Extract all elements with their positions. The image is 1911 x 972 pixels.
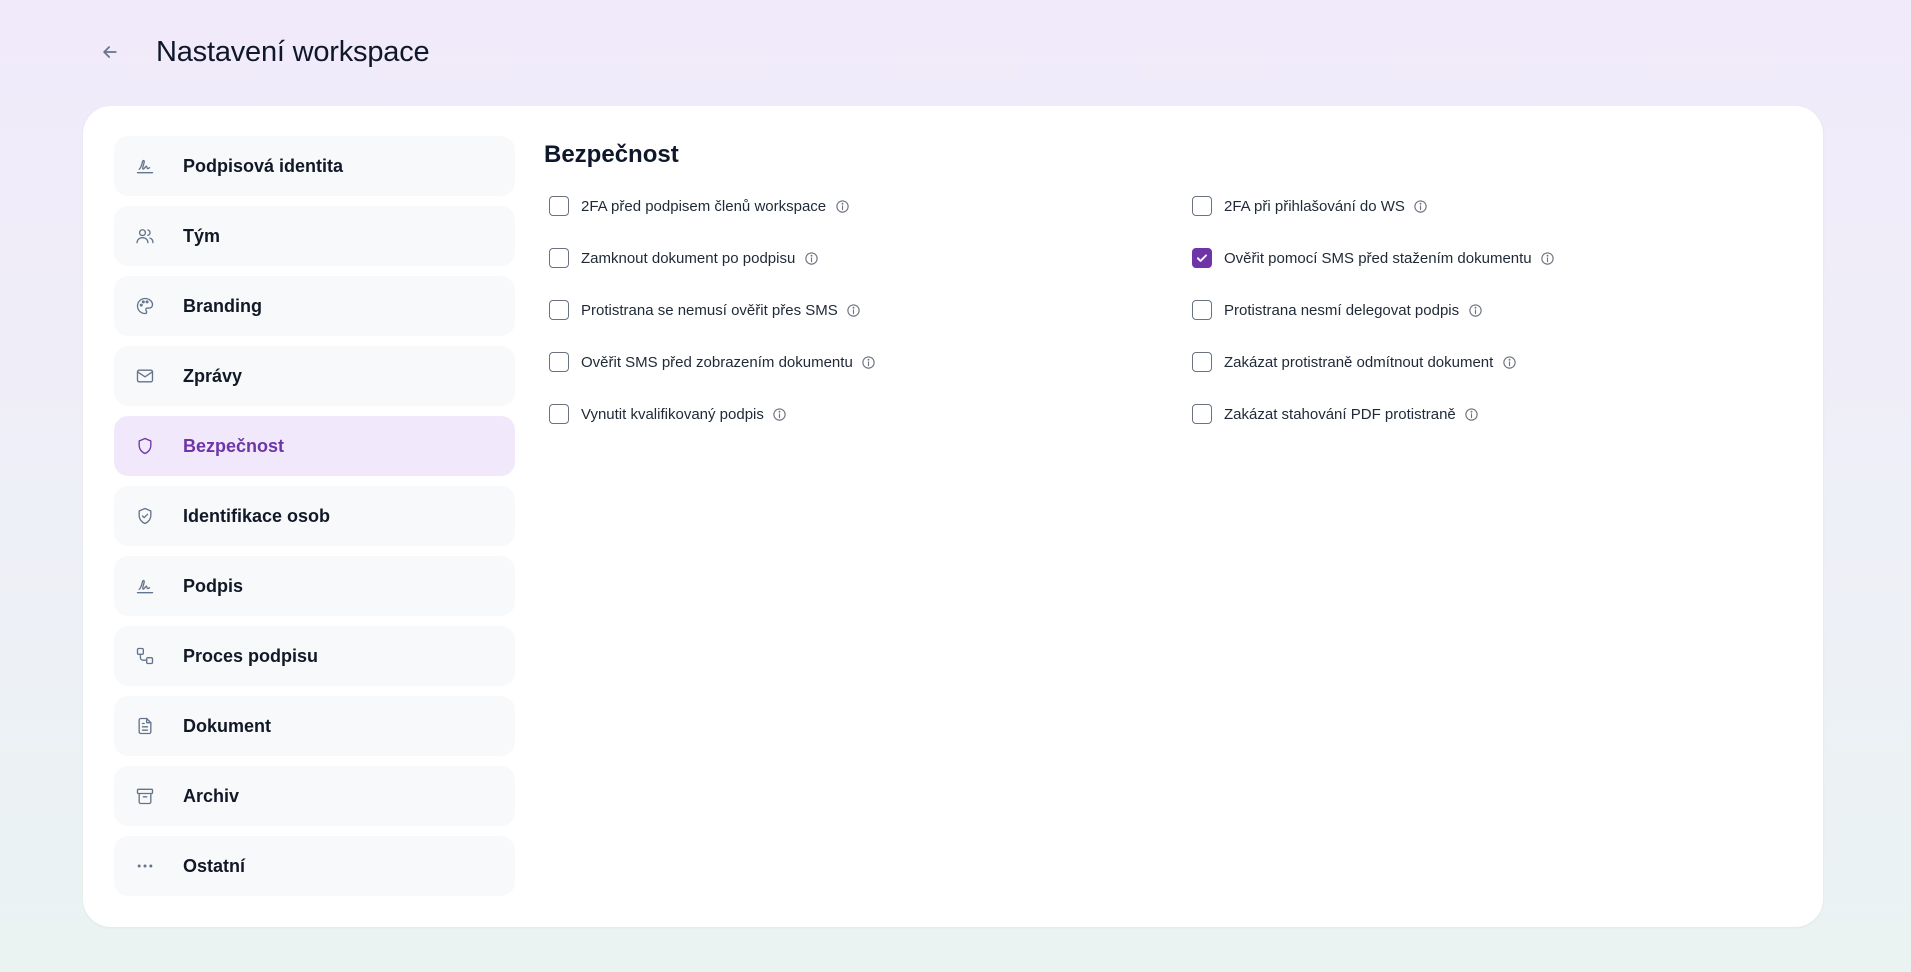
signature-icon bbox=[134, 575, 156, 597]
more-horizontal-icon bbox=[134, 855, 156, 877]
sidebar-item-podpisova-identita[interactable]: Podpisová identita bbox=[114, 136, 515, 196]
sidebar-item-zpravy[interactable]: Zprávy bbox=[114, 346, 515, 406]
users-icon bbox=[134, 225, 156, 247]
security-option: Zamknout dokument po podpisu bbox=[544, 245, 1187, 271]
info-icon[interactable] bbox=[1467, 302, 1483, 318]
option-label[interactable]: Zakázat stahování PDF protistraně bbox=[1224, 406, 1456, 423]
sidebar-item-label: Podpis bbox=[183, 575, 244, 596]
sidebar-item-ostatni[interactable]: Ostatní bbox=[114, 836, 515, 896]
option-label[interactable]: Protistrana se nemusí ověřit přes SMS bbox=[581, 302, 838, 319]
sidebar-item-proces-podpisu[interactable]: Proces podpisu bbox=[114, 626, 515, 686]
palette-icon bbox=[134, 295, 156, 317]
security-option: Protistrana nesmí delegovat podpis bbox=[1187, 297, 1783, 323]
security-option: Ověřit pomocí SMS před stažením dokument… bbox=[1187, 245, 1783, 271]
security-option: 2FA při přihlašování do WS bbox=[1187, 193, 1783, 219]
sidebar-item-label: Proces podpisu bbox=[183, 645, 319, 666]
option-checkbox[interactable] bbox=[549, 196, 569, 216]
sidebar-item-dokument[interactable]: Dokument bbox=[114, 696, 515, 756]
option-checkbox[interactable] bbox=[549, 248, 569, 268]
option-label[interactable]: Ověřit pomocí SMS před stažením dokument… bbox=[1224, 250, 1532, 267]
shield-check-icon bbox=[134, 505, 156, 527]
option-checkbox[interactable] bbox=[549, 352, 569, 372]
sidebar-item-label: Dokument bbox=[183, 715, 272, 736]
sidebar-item-archiv[interactable]: Archiv bbox=[114, 766, 515, 826]
security-option: 2FA před podpisem členů workspace bbox=[544, 193, 1187, 219]
info-icon[interactable] bbox=[834, 198, 850, 214]
option-checkbox[interactable] bbox=[1192, 300, 1212, 320]
sidebar-item-branding[interactable]: Branding bbox=[114, 276, 515, 336]
workflow-icon bbox=[134, 645, 156, 667]
option-label[interactable]: 2FA před podpisem členů workspace bbox=[581, 198, 826, 215]
option-checkbox[interactable] bbox=[1192, 248, 1212, 268]
sidebar-item-label: Tým bbox=[183, 225, 221, 246]
option-label[interactable]: Zamknout dokument po podpisu bbox=[581, 250, 795, 267]
info-icon[interactable] bbox=[846, 302, 862, 318]
option-label[interactable]: 2FA při přihlašování do WS bbox=[1224, 198, 1405, 215]
info-icon[interactable] bbox=[803, 250, 819, 266]
sidebar-item-identifikace-osob[interactable]: Identifikace osob bbox=[114, 486, 515, 546]
sidebar-item-podpis[interactable]: Podpis bbox=[114, 556, 515, 616]
sidebar-item-label: Bezpečnost bbox=[183, 435, 285, 456]
info-icon[interactable] bbox=[1413, 198, 1429, 214]
mail-icon bbox=[134, 365, 156, 387]
security-option: Protistrana se nemusí ověřit přes SMS bbox=[544, 297, 1187, 323]
security-options: 2FA před podpisem členů workspace 2FA při… bbox=[544, 193, 1783, 427]
security-section: Bezpečnost 2FA před podpisem členů works… bbox=[544, 141, 1783, 427]
option-checkbox[interactable] bbox=[1192, 196, 1212, 216]
info-icon[interactable] bbox=[772, 406, 788, 422]
option-label[interactable]: Ověřit SMS před zobrazením dokumentu bbox=[581, 354, 853, 371]
sidebar-item-bezpecnost[interactable]: Bezpečnost bbox=[114, 416, 515, 476]
option-checkbox[interactable] bbox=[549, 404, 569, 424]
sidebar-item-tym[interactable]: Tým bbox=[114, 206, 515, 266]
settings-sidebar: Podpisová identita Tým Branding Zprávy Bezpe… bbox=[114, 136, 515, 896]
option-label[interactable]: Zakázat protistraně odmítnout dokument bbox=[1224, 354, 1493, 371]
settings-card: Podpisová identita Tým Branding Zprávy Bezpe… bbox=[83, 106, 1823, 927]
info-icon[interactable] bbox=[861, 354, 877, 370]
security-option: Ověřit SMS před zobrazením dokumentu bbox=[544, 349, 1187, 375]
signature-icon bbox=[134, 155, 156, 177]
info-icon[interactable] bbox=[1540, 250, 1556, 266]
page-header: Nastavení workspace bbox=[96, 24, 430, 80]
option-checkbox[interactable] bbox=[1192, 352, 1212, 372]
option-checkbox[interactable] bbox=[549, 300, 569, 320]
arrow-left-icon[interactable] bbox=[96, 38, 124, 66]
archive-icon bbox=[134, 785, 156, 807]
section-title: Bezpečnost bbox=[544, 141, 679, 168]
security-option: Zakázat stahování PDF protistraně bbox=[1187, 401, 1783, 427]
sidebar-item-label: Zprávy bbox=[183, 365, 243, 386]
sidebar-item-label: Podpisová identita bbox=[183, 155, 344, 176]
sidebar-item-label: Branding bbox=[183, 295, 262, 316]
security-option: Zakázat protistraně odmítnout dokument bbox=[1187, 349, 1783, 375]
sidebar-item-label: Archiv bbox=[183, 785, 240, 806]
shield-icon bbox=[134, 435, 156, 457]
document-icon bbox=[134, 715, 156, 737]
sidebar-item-label: Ostatní bbox=[183, 855, 246, 876]
info-icon[interactable] bbox=[1464, 406, 1480, 422]
info-icon[interactable] bbox=[1501, 354, 1517, 370]
option-checkbox[interactable] bbox=[1192, 404, 1212, 424]
page-title: Nastavení workspace bbox=[156, 35, 430, 68]
check-icon bbox=[1196, 254, 1208, 262]
sidebar-item-label: Identifikace osob bbox=[183, 505, 331, 526]
option-label[interactable]: Vynutit kvalifikovaný podpis bbox=[581, 406, 764, 423]
option-label[interactable]: Protistrana nesmí delegovat podpis bbox=[1224, 302, 1459, 319]
security-option: Vynutit kvalifikovaný podpis bbox=[544, 401, 1187, 427]
